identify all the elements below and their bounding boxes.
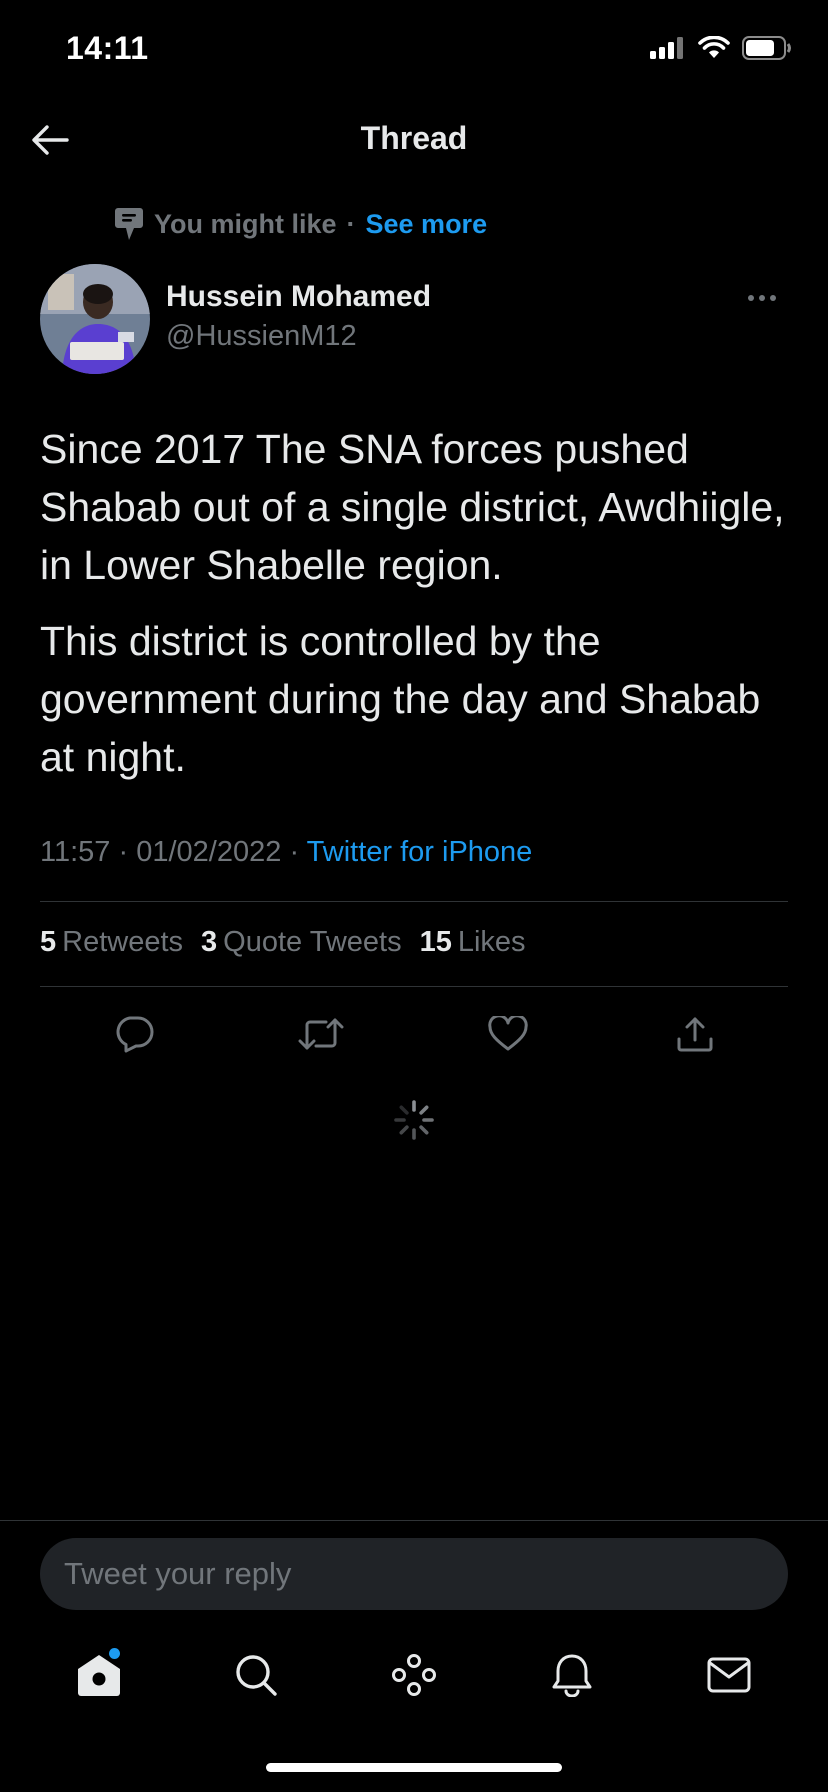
battery-icon — [742, 36, 791, 60]
context-separator: · — [346, 208, 356, 239]
recommendation-context: You might like · See more — [114, 206, 487, 242]
status-time: 14:11 — [66, 30, 149, 66]
status-icons — [650, 36, 792, 60]
meta-separator: · — [118, 836, 129, 868]
home-indicator — [266, 1763, 562, 1772]
more-horizontal-icon — [748, 295, 776, 301]
tab-bar — [0, 1640, 828, 1710]
retweet-button[interactable] — [293, 1010, 349, 1058]
notification-dot — [108, 1648, 120, 1659]
retweets-stat[interactable]: 5 Retweets — [40, 926, 183, 959]
tweet-stats: 5 Retweets 3 Quote Tweets 15 Likes — [40, 926, 526, 959]
see-more-link[interactable]: See more — [366, 209, 488, 240]
reply-button[interactable] — [106, 1010, 162, 1058]
tweet-date: 01/02/2022 — [136, 836, 282, 868]
author-handle[interactable]: @HussienM12 — [166, 320, 357, 353]
tab-home[interactable] — [64, 1640, 134, 1710]
tweet-text: Since 2017 The SNA forces pushed Shabab … — [40, 420, 800, 804]
tab-search[interactable] — [221, 1640, 291, 1710]
reply-input[interactable] — [40, 1556, 788, 1592]
tab-notifications[interactable] — [537, 1640, 607, 1710]
quotes-label: Quote Tweets — [223, 926, 402, 958]
likes-label: Likes — [457, 926, 526, 958]
tab-messages[interactable] — [694, 1640, 764, 1710]
tab-spaces[interactable] — [379, 1640, 449, 1710]
more-options-button[interactable] — [740, 284, 784, 312]
bottom-divider — [0, 1520, 828, 1521]
tweet-paragraph: Since 2017 The SNA forces pushed Shabab … — [40, 426, 785, 588]
likes-stat[interactable]: 15 Likes — [420, 926, 526, 959]
signal-icon — [650, 37, 683, 59]
wifi-icon — [698, 36, 730, 58]
tweet-meta: 11:57 · 01/02/2022 · Twitter for iPhone — [40, 836, 532, 869]
topic-icon — [115, 208, 143, 240]
author-name[interactable]: Hussein Mohamed — [166, 280, 431, 314]
share-icon — [677, 1017, 712, 1052]
search-icon — [236, 1655, 278, 1696]
like-icon — [487, 1016, 528, 1051]
quote-tweets-stat[interactable]: 3 Quote Tweets — [201, 926, 402, 959]
tweet-actions — [40, 1010, 788, 1058]
reply-icon — [116, 1016, 153, 1053]
tweet-paragraph: This district is controlled by the gover… — [40, 618, 761, 780]
share-button[interactable] — [667, 1010, 723, 1058]
meta-separator: · — [289, 836, 300, 868]
divider — [40, 901, 788, 902]
tweet-time: 11:57 — [40, 836, 111, 868]
divider — [40, 986, 788, 987]
avatar-image — [40, 264, 150, 374]
loading-spinner-icon — [392, 1098, 436, 1147]
retweets-label: Retweets — [62, 926, 184, 958]
avatar[interactable] — [40, 264, 150, 374]
retweet-icon — [298, 1018, 343, 1050]
reply-box[interactable] — [40, 1538, 788, 1610]
context-text: You might like — [154, 208, 337, 239]
tweet-source-link[interactable]: Twitter for iPhone — [307, 836, 533, 868]
like-button[interactable] — [480, 1010, 536, 1058]
notifications-icon — [552, 1654, 592, 1697]
home-icon — [77, 1655, 120, 1696]
page-title: Thread — [360, 120, 468, 156]
retweets-count: 5 — [40, 926, 57, 958]
messages-icon — [707, 1657, 751, 1693]
likes-count: 15 — [419, 926, 452, 958]
quotes-count: 3 — [201, 926, 218, 958]
spaces-icon — [391, 1654, 436, 1696]
